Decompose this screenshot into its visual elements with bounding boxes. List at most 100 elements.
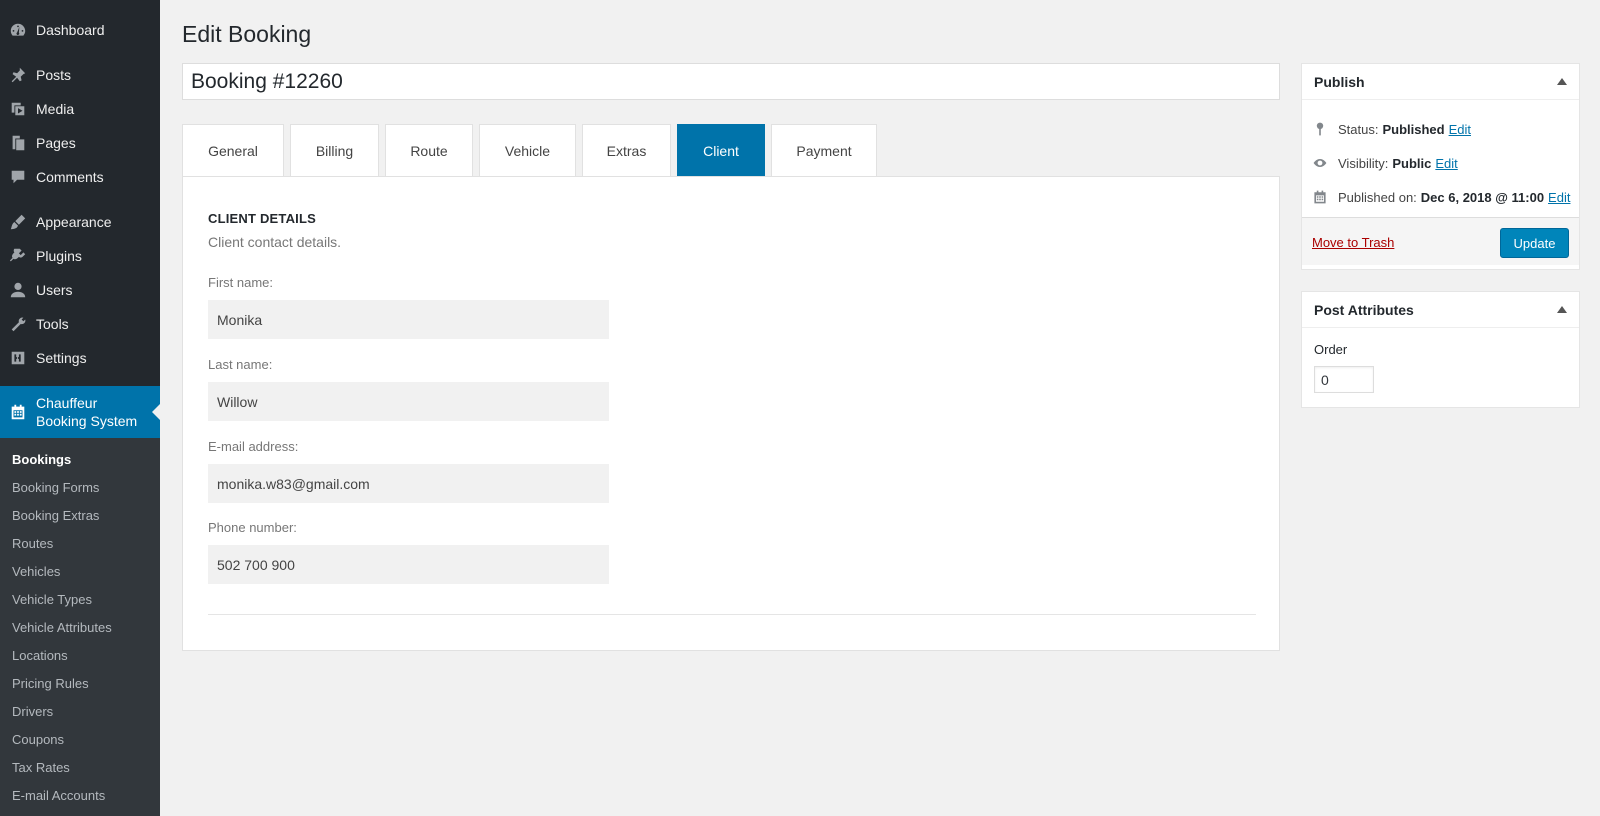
- submenu-item-locations[interactable]: Locations: [12, 648, 68, 663]
- submenu-item-booking-extras[interactable]: Booking Extras: [12, 508, 99, 523]
- menu-item-users[interactable]: Users: [0, 273, 160, 307]
- status-row: Status: Published Edit: [1312, 121, 1471, 137]
- publish-box-title: Publish: [1314, 73, 1365, 90]
- submenu: Bookings Booking Forms Booking Extras Ro…: [0, 438, 160, 816]
- comment-icon: [0, 168, 36, 186]
- order-input[interactable]: [1314, 366, 1374, 393]
- dashboard-icon: [0, 21, 36, 39]
- section-title: CLIENT DETAILS: [208, 211, 316, 226]
- section-subtitle: Client contact details.: [208, 234, 342, 250]
- submenu-item-routes[interactable]: Routes: [12, 536, 53, 551]
- pin-icon: [1312, 121, 1338, 137]
- menu-item-media[interactable]: Media: [0, 92, 160, 126]
- tab-client[interactable]: Client: [677, 124, 765, 177]
- published-on-row: Published on: Dec 6, 2018 @ 11:00 Edit: [1312, 189, 1570, 205]
- menu-item-plugins[interactable]: Plugins: [0, 239, 160, 273]
- menu-label: Chauffeur Booking System: [36, 394, 137, 430]
- admin-sidebar: Dashboard Posts Media Pages Comments App…: [0, 0, 160, 816]
- attributes-box-header: Post Attributes: [1302, 292, 1579, 328]
- pin-icon: [0, 66, 36, 84]
- post-title-input[interactable]: [182, 63, 1280, 100]
- submenu-item-drivers[interactable]: Drivers: [12, 704, 53, 719]
- pages-icon: [0, 134, 36, 152]
- visibility-row: Visibility: Public Edit: [1312, 155, 1458, 171]
- menu-item-appearance[interactable]: Appearance: [0, 205, 160, 239]
- phone-label: Phone number:: [208, 520, 297, 535]
- menu-item-tools[interactable]: Tools: [0, 307, 160, 341]
- edit-date-link[interactable]: Edit: [1548, 190, 1570, 205]
- last-name-label: Last name:: [208, 357, 273, 372]
- calendar-icon: [0, 403, 36, 421]
- tab-route[interactable]: Route: [385, 124, 473, 177]
- settings-icon: [0, 349, 36, 367]
- submenu-item-booking-forms[interactable]: Booking Forms: [12, 480, 99, 495]
- menu-item-chauffeur-booking-system[interactable]: Chauffeur Booking System: [0, 386, 160, 438]
- tab-extras[interactable]: Extras: [582, 124, 671, 177]
- menu-label: Media: [36, 101, 75, 117]
- submenu-item-vehicle-types[interactable]: Vehicle Types: [12, 592, 92, 607]
- menu-label-line2: Booking System: [36, 413, 138, 429]
- menu-label: Tools: [36, 316, 69, 332]
- tab-payment[interactable]: Payment: [771, 124, 877, 177]
- last-name-input[interactable]: [208, 382, 609, 421]
- menu-label: Plugins: [36, 248, 82, 264]
- visibility-value: Public: [1392, 155, 1432, 171]
- first-name-input[interactable]: [208, 300, 609, 339]
- menu-label: Users: [36, 282, 73, 298]
- tab-billing[interactable]: Billing: [290, 124, 379, 177]
- email-label: E-mail address:: [208, 439, 299, 454]
- divider: [208, 614, 1256, 615]
- menu-label: Comments: [36, 169, 104, 185]
- publish-actions: Move to Trash Update: [1302, 217, 1579, 265]
- user-icon: [0, 281, 36, 299]
- edit-status-link[interactable]: Edit: [1449, 122, 1471, 137]
- status-value: Published: [1382, 121, 1445, 137]
- published-value: Dec 6, 2018 @ 11:00: [1420, 189, 1545, 205]
- active-pointer: [152, 404, 160, 420]
- menu-label: Dashboard: [36, 22, 105, 38]
- plugin-icon: [0, 247, 36, 265]
- menu-item-pages[interactable]: Pages: [0, 126, 160, 160]
- menu-label: Pages: [36, 135, 76, 151]
- brush-icon: [0, 213, 36, 231]
- menu-item-posts[interactable]: Posts: [0, 58, 160, 92]
- email-input[interactable]: [208, 464, 609, 503]
- publish-box-header: Publish: [1302, 64, 1579, 100]
- menu-item-settings[interactable]: Settings: [0, 341, 160, 375]
- submenu-item-email-accounts[interactable]: E-mail Accounts: [12, 788, 105, 803]
- publish-box: Publish Status: Published Edit Visibilit…: [1301, 63, 1580, 270]
- status-label: Status:: [1338, 121, 1379, 137]
- edit-visibility-link[interactable]: Edit: [1435, 156, 1457, 171]
- menu-item-dashboard[interactable]: Dashboard: [0, 13, 160, 47]
- move-to-trash-link[interactable]: Move to Trash: [1312, 235, 1394, 250]
- submenu-item-vehicles[interactable]: Vehicles: [12, 564, 60, 579]
- order-label: Order: [1314, 342, 1348, 357]
- submenu-item-bookings[interactable]: Bookings: [12, 452, 71, 467]
- update-button[interactable]: Update: [1500, 228, 1569, 258]
- attributes-box-title: Post Attributes: [1314, 301, 1414, 318]
- tab-vehicle[interactable]: Vehicle: [479, 124, 576, 177]
- page-title: Edit Booking: [182, 21, 312, 47]
- collapse-toggle-icon[interactable]: [1557, 306, 1567, 313]
- wrench-icon: [0, 315, 36, 333]
- menu-item-comments[interactable]: Comments: [0, 160, 160, 194]
- media-icon: [0, 100, 36, 118]
- collapse-toggle-icon[interactable]: [1557, 78, 1567, 85]
- submenu-item-coupons[interactable]: Coupons: [12, 732, 64, 747]
- post-attributes-box: Post Attributes Order: [1301, 291, 1580, 408]
- menu-label: Posts: [36, 67, 72, 83]
- visibility-label: Visibility:: [1338, 155, 1389, 171]
- menu-label: Appearance: [36, 214, 112, 230]
- submenu-item-vehicle-attributes[interactable]: Vehicle Attributes: [12, 620, 112, 635]
- calendar-icon: [1312, 189, 1338, 205]
- menu-label: Settings: [36, 350, 87, 366]
- submenu-item-tax-rates[interactable]: Tax Rates: [12, 760, 70, 775]
- tab-general[interactable]: General: [182, 124, 284, 177]
- submenu-item-pricing-rules[interactable]: Pricing Rules: [12, 676, 89, 691]
- menu-label-line1: Chauffeur: [36, 395, 98, 411]
- phone-input[interactable]: [208, 545, 609, 584]
- client-panel: CLIENT DETAILS Client contact details. F…: [182, 176, 1280, 651]
- published-label: Published on:: [1338, 189, 1417, 205]
- eye-icon: [1312, 155, 1338, 171]
- first-name-label: First name:: [208, 275, 274, 290]
